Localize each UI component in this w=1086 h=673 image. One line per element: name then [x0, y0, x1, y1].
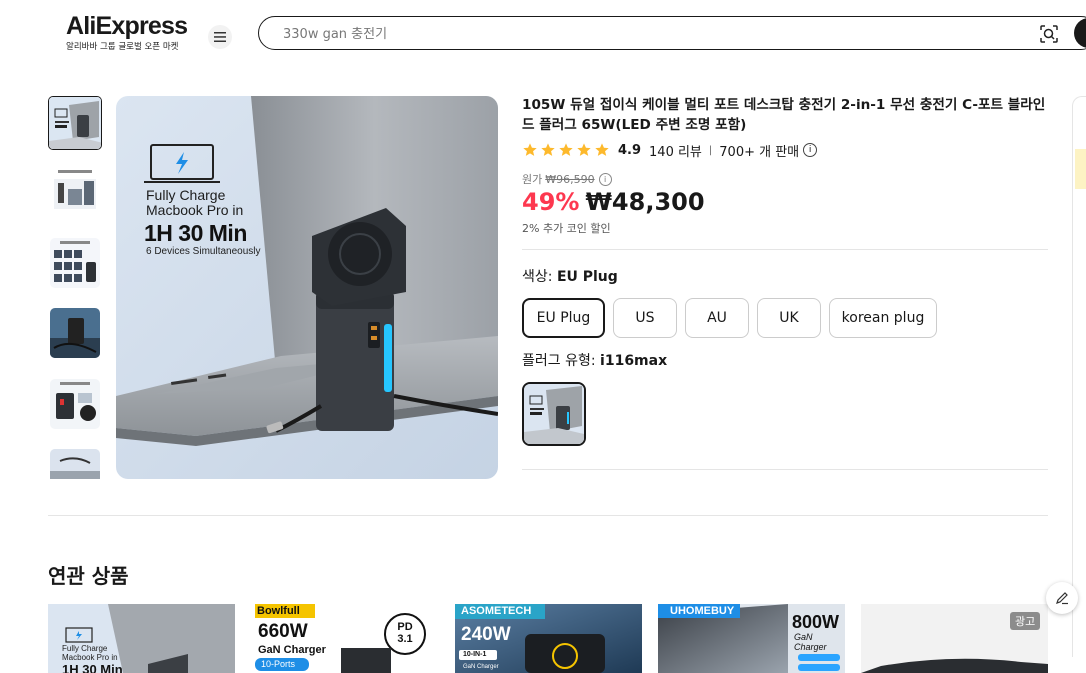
star-icon: [559, 143, 573, 156]
card-tag: 10-IN-1: [463, 651, 487, 658]
color-section-label: 색상: EU Plug: [522, 266, 618, 286]
thumbnail-5[interactable]: [50, 379, 100, 429]
plug-selected: i116max: [600, 353, 668, 369]
thumbnail-4[interactable]: [50, 308, 100, 358]
feedback-button[interactable]: [1046, 582, 1078, 614]
card-badge: PD 3.1: [397, 621, 413, 645]
card-tag: 10-Ports: [261, 659, 296, 669]
related-product-card[interactable]: ASOMETECH 240W 10-IN-1 GaN Charger: [455, 604, 642, 673]
search-button[interactable]: [1074, 18, 1086, 48]
color-label: 색상:: [522, 269, 553, 285]
plug-label: 플러그 유형:: [522, 353, 596, 369]
thumbnail-image: [49, 97, 101, 149]
image-headline-sub: 6 Devices Simultaneously: [146, 246, 261, 257]
price-row: 49% ₩48,300: [522, 188, 705, 216]
color-option-au[interactable]: AU: [685, 298, 749, 338]
hamburger-icon: [214, 32, 226, 42]
color-option-uk[interactable]: UK: [757, 298, 821, 338]
related-product-card[interactable]: Fully Charge Macbook Pro in 1H 30 Min: [48, 604, 235, 673]
logo-text: AliExpress: [66, 12, 188, 40]
image-headline: Fully Charge Macbook Pro in: [146, 188, 243, 218]
card-brand: UHOMEBUY: [670, 605, 735, 617]
related-product-card[interactable]: Bowlfull 660W GaN Charger 10-Ports PD 3.…: [251, 604, 438, 673]
card-text-line2: Macbook Pro in: [62, 653, 118, 662]
color-option-eu-plug[interactable]: EU Plug: [522, 298, 605, 338]
plug-option-i116max[interactable]: [522, 382, 586, 446]
original-price-row: 원가 ₩96,590 i: [522, 171, 612, 187]
card-subline: GaN Charger: [794, 632, 827, 652]
card-headline: 660W: [258, 621, 308, 642]
related-product-card[interactable]: UHOMEBUY 800W GaN Charger: [658, 604, 845, 673]
thumbnail-1[interactable]: [48, 96, 102, 150]
search-bar[interactable]: [258, 16, 1086, 50]
star-icon: [595, 143, 609, 156]
divider: [522, 469, 1048, 470]
sale-price: ₩48,300: [585, 188, 705, 216]
color-selected: EU Plug: [556, 269, 618, 285]
thumbnail-list[interactable]: [48, 96, 102, 479]
thumbnail-image: [50, 449, 100, 479]
ad-badge: 광고: [1010, 612, 1041, 630]
plug-section-label: 플러그 유형: i116max: [522, 350, 667, 370]
main-product-image[interactable]: Fully Charge Macbook Pro in 1H 30 Min 6 …: [116, 96, 498, 479]
thumbnail-6[interactable]: [50, 449, 100, 479]
logo-tagline: 알리바바 그룹 글로벌 오픈 마켓: [66, 42, 179, 52]
card-brand: Bowlfull: [257, 605, 300, 617]
card-headline: 240W: [461, 624, 511, 645]
original-price-label: 원가: [522, 173, 543, 186]
discount-percent: 49%: [522, 188, 580, 216]
star-icon: [577, 143, 591, 156]
card-text: Fully Charge Macbook Pro in: [62, 644, 118, 662]
thumbnail-3[interactable]: [50, 238, 100, 288]
related-product-card[interactable]: 광고: [861, 604, 1048, 673]
original-price: ₩96,590: [545, 172, 595, 186]
thumbnail-image: [50, 167, 100, 217]
thumbnail-image: [50, 379, 100, 429]
image-headline-line2: Macbook Pro in: [146, 202, 244, 218]
search-input[interactable]: [281, 23, 985, 45]
divider: [48, 515, 1048, 516]
side-panel-highlight: [1075, 149, 1086, 189]
star-rating[interactable]: [522, 142, 610, 158]
pencil-icon: [1056, 592, 1068, 605]
rating-value: 4.9: [618, 142, 642, 158]
image-headline-line1: Fully Charge: [146, 187, 226, 203]
color-option-us[interactable]: US: [613, 298, 677, 338]
card-subline: GaN Charger: [258, 644, 326, 656]
product-photo: [116, 96, 498, 479]
card-text-line3: 1H 30 Min: [62, 662, 123, 673]
star-icon: [523, 143, 537, 156]
card-text-line1: Fully Charge: [62, 644, 108, 653]
related-products-title: 연관 상품: [48, 564, 129, 588]
card-subline: GaN Charger: [463, 664, 499, 670]
card-headline: 800W: [792, 612, 840, 632]
menu-button[interactable]: [208, 25, 232, 49]
thumbnail-2[interactable]: [50, 167, 100, 217]
plug-option-image: [524, 384, 584, 444]
coin-discount: 2% 추가 코인 할인: [522, 222, 611, 235]
separator: |: [708, 144, 713, 156]
image-search-icon[interactable]: [1039, 24, 1059, 44]
price-info-icon[interactable]: i: [598, 172, 612, 186]
product-title: 105W 듀얼 접이식 케이블 멀티 포트 데스크탑 충전기 2-in-1 무선…: [522, 97, 1046, 133]
review-count[interactable]: 140 리뷰: [649, 141, 702, 160]
card-brand: ASOMETECH: [461, 605, 532, 617]
side-panel: [1072, 96, 1086, 657]
sold-count: 700+ 개 판매: [719, 144, 800, 160]
color-option-korean-plug[interactable]: korean plug: [829, 298, 937, 338]
thumbnail-image: [50, 238, 100, 288]
star-icon: [541, 143, 555, 156]
divider: [522, 249, 1048, 250]
image-headline-time: 1H 30 Min: [144, 220, 247, 246]
rating-row: 4.9 140 리뷰 | 700+ 개 판매 i: [522, 140, 818, 160]
info-icon[interactable]: i: [803, 143, 818, 157]
aliexpress-logo[interactable]: AliExpress 알리바바 그룹 글로벌 오픈 마켓: [66, 12, 192, 56]
thumbnail-image: [50, 308, 100, 358]
